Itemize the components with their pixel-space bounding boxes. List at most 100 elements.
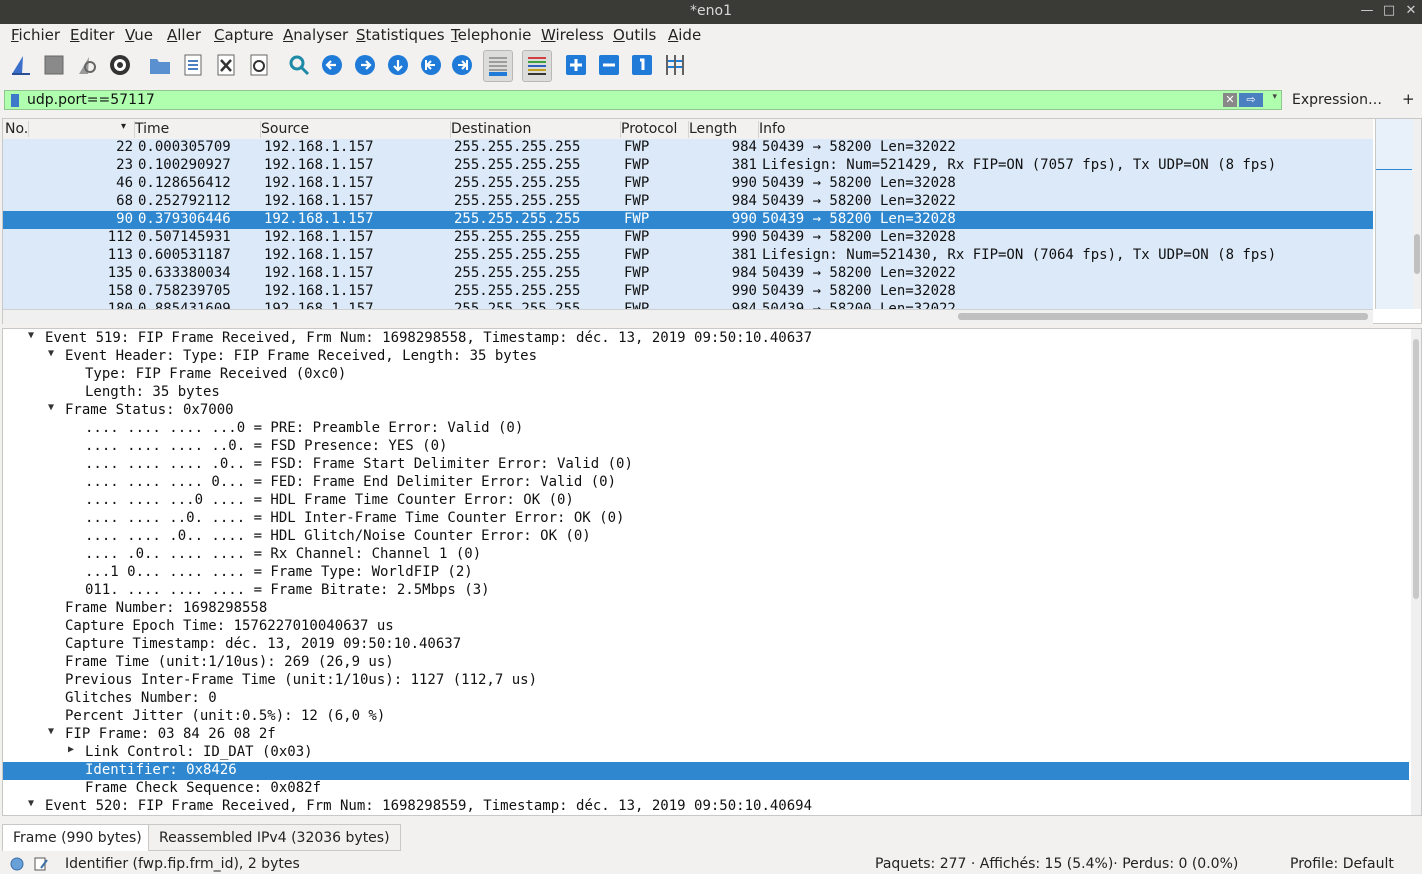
capture-options-icon[interactable] <box>107 52 133 78</box>
detail-line[interactable]: .... .... .... .0.. = FSD: Frame Start D… <box>3 456 1409 474</box>
detail-line[interactable]: Glitches Number: 0 <box>3 690 1409 708</box>
detail-line[interactable]: ▼ Frame Status: 0x7000 <box>3 402 1409 420</box>
packet-row[interactable]: 135 0.633380034 192.168.1.157 255.255.255.2… <box>3 265 1373 283</box>
detail-line[interactable]: Previous Inter-Frame Time (unit:1/10us):… <box>3 672 1409 690</box>
menu-fichier[interactable]: Fichier <box>11 26 60 44</box>
detail-line[interactable]: Type: FIP Frame Received (0xc0) <box>3 366 1409 384</box>
packet-row[interactable]: 158 0.758239705 192.168.1.157 255.255.255.2… <box>3 283 1373 301</box>
expert-info-icon[interactable] <box>10 857 24 871</box>
detail-line[interactable]: Percent Jitter (unit:0.5%): 12 (6,0 %) <box>3 708 1409 726</box>
detail-line[interactable]: ▼ Event Header: Type: FIP Frame Received,… <box>3 348 1409 366</box>
go-back-icon[interactable] <box>319 52 345 78</box>
add-filter-button[interactable]: + <box>1402 90 1415 108</box>
normal-size-icon[interactable] <box>629 52 655 78</box>
clear-filter-icon[interactable]: ✕ <box>1223 93 1237 107</box>
close-file-icon[interactable] <box>213 52 239 78</box>
detail-line[interactable]: ▼ FIP Frame: 03 84 26 08 2f <box>3 726 1409 744</box>
zoom-in-icon[interactable] <box>563 52 589 78</box>
detail-line[interactable]: ...1 0... .... .... = Frame Type: WorldF… <box>3 564 1409 582</box>
packet-list-vscrollbar[interactable] <box>1413 119 1421 309</box>
tab-frame-bytes[interactable]: Frame (990 bytes) <box>2 824 153 851</box>
column-destination[interactable]: Destination <box>451 121 621 138</box>
menu-wireless[interactable]: Wireless <box>541 26 604 44</box>
packet-minimap[interactable] <box>1375 119 1414 309</box>
details-vscrollbar[interactable] <box>1411 329 1421 815</box>
tab-reassembled-ipv4[interactable]: Reassembled IPv4 (32036 bytes) <box>148 824 401 851</box>
minimize-button[interactable]: — <box>1358 2 1376 20</box>
reload-file-icon[interactable] <box>246 52 272 78</box>
menu-capture[interactable]: Capture <box>214 26 274 44</box>
packet-row[interactable]: 68 0.252792112 192.168.1.157 255.255.255.25… <box>3 193 1373 211</box>
menu-analyser[interactable]: Analyser <box>283 26 348 44</box>
menu-vue[interactable]: Vue <box>125 26 153 44</box>
detail-line[interactable]: .... .... .... ..0. = FSD Presence: YES … <box>3 438 1409 456</box>
column-source[interactable]: Source <box>261 121 451 138</box>
collapsed-arrow-icon[interactable]: ▶ <box>68 744 74 755</box>
colorize-icon[interactable] <box>522 50 552 82</box>
detail-line[interactable]: Capture Epoch Time: 1576227010040637 us <box>3 618 1409 636</box>
column-info[interactable]: Info <box>759 121 1373 138</box>
column-protocol[interactable]: Protocol <box>621 121 689 138</box>
menu-statistiques[interactable]: Statistiques <box>356 26 445 44</box>
menu-aller[interactable]: Aller <box>167 26 201 44</box>
save-file-icon[interactable] <box>180 52 206 78</box>
packet-row[interactable]: 90 0.379306446 192.168.1.157 255.255.255.25… <box>3 211 1373 229</box>
go-to-packet-icon[interactable] <box>385 52 411 78</box>
detail-line[interactable]: .... .... .... ...0 = PRE: Preamble Erro… <box>3 420 1409 438</box>
find-packet-icon[interactable] <box>286 52 312 78</box>
shark-fin-start-icon[interactable] <box>8 52 34 78</box>
expression-button[interactable]: Expression… <box>1292 92 1382 108</box>
open-file-icon[interactable] <box>147 52 173 78</box>
expanded-arrow-icon[interactable]: ▼ <box>28 330 34 341</box>
expanded-arrow-icon[interactable]: ▼ <box>28 798 34 809</box>
detail-line[interactable]: .... .... .... 0... = FED: Frame End Del… <box>3 474 1409 492</box>
packet-row[interactable]: 23 0.100290927 192.168.1.157 255.255.255.25… <box>3 157 1373 175</box>
detail-line[interactable]: ▼ Event 520: FIP Frame Received, Frm Num:… <box>3 798 1409 815</box>
close-window-button[interactable]: ✕ <box>1402 2 1420 20</box>
detail-line[interactable]: Frame Number: 1698298558 <box>3 600 1409 618</box>
menu-telephonie[interactable]: Telephonie <box>451 26 531 44</box>
detail-line[interactable]: Frame Time (unit:1/10us): 269 (26,9 us) <box>3 654 1409 672</box>
profile-label[interactable]: Profile: Default <box>1290 856 1394 872</box>
detail-line[interactable]: ▶ Link Control: ID_DAT (0x03) <box>3 744 1409 762</box>
expanded-arrow-icon[interactable]: ▼ <box>48 348 54 359</box>
detail-line[interactable]: Capture Timestamp: déc. 13, 2019 09:50:1… <box>3 636 1409 654</box>
column-no[interactable]: No. ▾ <box>5 121 135 138</box>
maximize-button[interactable]: □ <box>1380 2 1398 20</box>
detail-line[interactable]: Identifier: 0x8426 <box>3 762 1409 780</box>
expanded-arrow-icon[interactable]: ▼ <box>48 726 54 737</box>
packet-row[interactable]: 113 0.600531187 192.168.1.157 255.255.255.2… <box>3 247 1373 265</box>
detail-line[interactable]: .... .... ..0. .... = HDL Inter-Frame Ti… <box>3 510 1409 528</box>
packet-row[interactable]: 22 0.000305709 192.168.1.157 255.255.255.25… <box>3 139 1373 157</box>
stop-capture-icon[interactable] <box>41 52 67 78</box>
bookmark-icon[interactable] <box>11 94 19 107</box>
menu-outils[interactable]: Outils <box>613 26 656 44</box>
packet-list-hscrollbar[interactable] <box>3 309 1373 324</box>
last-packet-icon[interactable] <box>449 52 475 78</box>
detail-line[interactable]: 011. .... .... .... = Frame Bitrate: 2.5… <box>3 582 1409 600</box>
column-length[interactable]: Length <box>689 121 759 138</box>
detail-line[interactable]: Frame Check Sequence: 0x082f <box>3 780 1409 798</box>
apply-filter-icon[interactable]: ⇨ <box>1239 93 1263 107</box>
first-packet-icon[interactable] <box>418 52 444 78</box>
packet-row[interactable]: 112 0.507145931 192.168.1.157 255.255.255.2… <box>3 229 1373 247</box>
detail-line[interactable]: .... .... .0.. .... = HDL Glitch/Noise C… <box>3 528 1409 546</box>
filter-text[interactable]: udp.port==57117 <box>27 92 155 108</box>
go-forward-icon[interactable] <box>352 52 378 78</box>
expanded-arrow-icon[interactable]: ▼ <box>48 402 54 413</box>
detail-line[interactable]: Length: 35 bytes <box>3 384 1409 402</box>
zoom-out-icon[interactable] <box>596 52 622 78</box>
column-time[interactable]: Time <box>135 121 261 138</box>
restart-capture-icon[interactable] <box>74 52 100 78</box>
detail-line[interactable]: .... .... ...0 .... = HDL Frame Time Cou… <box>3 492 1409 510</box>
packet-row[interactable]: 180 0.885431609 192.168.1.157 255.255.255.2… <box>3 301 1373 309</box>
menu-aide[interactable]: Aide <box>668 26 701 44</box>
detail-line[interactable]: ▼ Event 519: FIP Frame Received, Frm Num:… <box>3 330 1409 348</box>
display-filter-input[interactable]: udp.port==57117 ✕ ⇨ ▾ <box>4 90 1282 110</box>
packet-row[interactable]: 46 0.128656412 192.168.1.157 255.255.255.25… <box>3 175 1373 193</box>
detail-line[interactable]: .... .0.. .... .... = Rx Channel: Channe… <box>3 546 1409 564</box>
capture-comment-icon[interactable] <box>33 856 49 872</box>
filter-history-dropdown-icon[interactable]: ▾ <box>1272 92 1277 102</box>
menu-editer[interactable]: Editer <box>70 26 114 44</box>
autoscroll-icon[interactable] <box>483 50 513 82</box>
